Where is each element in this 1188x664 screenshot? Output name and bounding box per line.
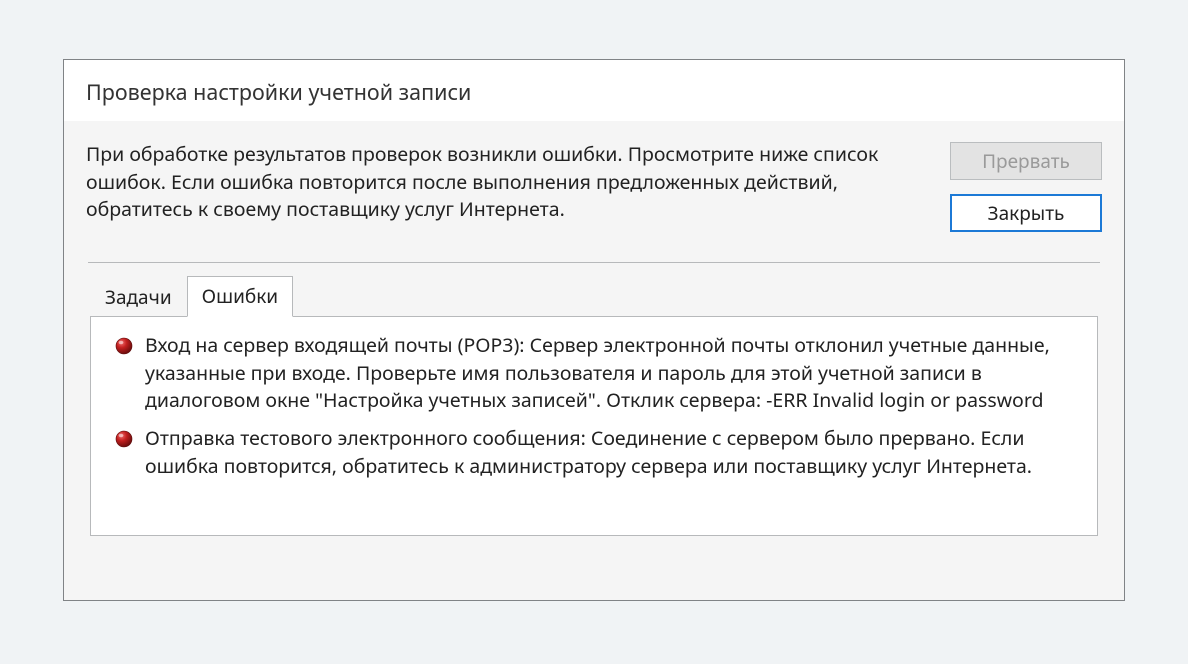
error-icon: [115, 428, 133, 446]
tab-tasks[interactable]: Задачи: [90, 277, 187, 317]
tab-errors[interactable]: Ошибки: [187, 276, 293, 317]
divider: [88, 262, 1100, 263]
dialog-content: При обработке результатов проверок возни…: [64, 121, 1124, 600]
error-item: Вход на сервер входящей почты (POP3): Се…: [115, 331, 1063, 414]
account-test-dialog: Проверка настройки учетной записи При об…: [63, 59, 1125, 601]
errors-panel: Вход на сервер входящей почты (POP3): Се…: [90, 316, 1098, 536]
error-icon: [115, 335, 133, 353]
error-text: Вход на сервер входящей почты (POP3): Се…: [145, 331, 1063, 414]
error-item: Отправка тестового электронного сообщени…: [115, 424, 1063, 479]
dialog-buttons: Прервать Закрыть: [950, 142, 1102, 232]
error-text: Отправка тестового электронного сообщени…: [145, 424, 1063, 479]
tab-bar: Задачи Ошибки: [90, 275, 1102, 316]
dialog-message: При обработке результатов проверок возни…: [86, 140, 922, 223]
dialog-top-row: При обработке результатов проверок возни…: [86, 140, 1102, 232]
dialog-title: Проверка настройки учетной записи: [64, 60, 1124, 121]
close-button[interactable]: Закрыть: [950, 194, 1102, 232]
abort-button: Прервать: [950, 142, 1102, 180]
